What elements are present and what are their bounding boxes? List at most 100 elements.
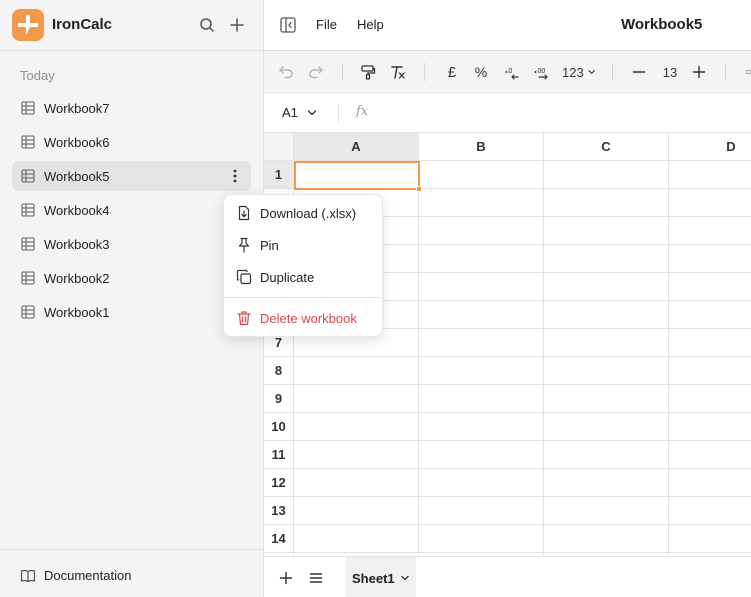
cell-b13[interactable] (419, 497, 544, 525)
cell-a9[interactable] (294, 385, 419, 413)
cell-d7[interactable] (669, 329, 751, 357)
cell-d3[interactable] (669, 217, 751, 245)
cell-b10[interactable] (419, 413, 544, 441)
sidebar-item-workbook7[interactable]: Workbook7 (12, 93, 251, 123)
cell-a11[interactable] (294, 441, 419, 469)
sidebar-item-workbook6[interactable]: Workbook6 (12, 127, 251, 157)
cell-d10[interactable] (669, 413, 751, 441)
increase-decimals-button[interactable]: 00 (533, 62, 551, 82)
cell-a13[interactable] (294, 497, 419, 525)
cell-b12[interactable] (419, 469, 544, 497)
cell-a8[interactable] (294, 357, 419, 385)
clear-formatting-button[interactable] (390, 62, 406, 82)
cell-a14[interactable] (294, 525, 419, 553)
undo-button[interactable] (278, 62, 294, 82)
cell-c3[interactable] (544, 217, 669, 245)
row-header-8[interactable]: 8 (264, 357, 294, 385)
cell-a12[interactable] (294, 469, 419, 497)
cell-d4[interactable] (669, 245, 751, 273)
row-header-9[interactable]: 9 (264, 385, 294, 413)
cell-c4[interactable] (544, 245, 669, 273)
sheet-tab-sheet1[interactable]: Sheet1 (346, 557, 416, 597)
chevron-down-icon[interactable] (306, 107, 318, 119)
percent-format-button[interactable]: % (474, 62, 488, 82)
sheet-list-button[interactable] (308, 570, 324, 586)
menu-file[interactable]: File (316, 17, 337, 32)
cell-b3[interactable] (419, 217, 544, 245)
cell-c6[interactable] (544, 301, 669, 329)
sidebar-item-workbook5[interactable]: Workbook5 (12, 161, 251, 191)
redo-button[interactable] (308, 62, 324, 82)
cell-b11[interactable] (419, 441, 544, 469)
cell-c5[interactable] (544, 273, 669, 301)
chevron-down-icon[interactable] (400, 573, 410, 583)
row-header-14[interactable]: 14 (264, 525, 294, 553)
cell-d2[interactable] (669, 189, 751, 217)
cell-d1[interactable] (669, 161, 751, 189)
cell-b4[interactable] (419, 245, 544, 273)
cell-b2[interactable] (419, 189, 544, 217)
column-header-b[interactable]: B (419, 133, 544, 161)
number-format-dropdown[interactable]: 123 (562, 62, 596, 82)
cell-d9[interactable] (669, 385, 751, 413)
cell-reference[interactable]: A1 (282, 105, 298, 120)
cell-b14[interactable] (419, 525, 544, 553)
sidebar-item-workbook2[interactable]: Workbook2 (12, 263, 251, 293)
cell-d12[interactable] (669, 469, 751, 497)
copy-style-button[interactable] (360, 62, 376, 82)
cell-c2[interactable] (544, 189, 669, 217)
menu-item-duplicate[interactable]: Duplicate (228, 263, 378, 291)
column-header-a[interactable]: A (294, 133, 419, 161)
more-toolbar-button[interactable] (746, 62, 751, 82)
select-all-corner[interactable] (264, 133, 294, 161)
cell-c7[interactable] (544, 329, 669, 357)
new-workbook-button[interactable] (226, 14, 248, 36)
row-header-1[interactable]: 1 (264, 161, 294, 189)
cell-d6[interactable] (669, 301, 751, 329)
column-header-c[interactable]: C (544, 133, 669, 161)
row-header-13[interactable]: 13 (264, 497, 294, 525)
column-header-d[interactable]: D (669, 133, 751, 161)
cell-c10[interactable] (544, 413, 669, 441)
currency-format-button[interactable]: £ (445, 62, 459, 82)
sidebar-item-workbook4[interactable]: Workbook4 (12, 195, 251, 225)
menu-item-download[interactable]: Download (.xlsx) (228, 199, 378, 227)
font-size-value[interactable]: 13 (659, 62, 681, 82)
cell-c11[interactable] (544, 441, 669, 469)
cell-c12[interactable] (544, 469, 669, 497)
cell-b8[interactable] (419, 357, 544, 385)
cell-b6[interactable] (419, 301, 544, 329)
menu-help[interactable]: Help (357, 17, 384, 32)
add-sheet-button[interactable] (278, 570, 294, 586)
cell-d13[interactable] (669, 497, 751, 525)
more-options-icon[interactable] (227, 167, 243, 185)
cell-d14[interactable] (669, 525, 751, 553)
cell-c8[interactable] (544, 357, 669, 385)
workbook-title[interactable]: Workbook5 (621, 16, 702, 33)
cell-b5[interactable] (419, 273, 544, 301)
sidebar-item-workbook3[interactable]: Workbook3 (12, 229, 251, 259)
increase-font-size-button[interactable] (691, 62, 707, 82)
decrease-font-size-button[interactable] (631, 62, 647, 82)
cell-c13[interactable] (544, 497, 669, 525)
menu-item-pin[interactable]: Pin (228, 231, 378, 259)
menu-item-delete-workbook[interactable]: Delete workbook (228, 304, 378, 332)
cell-c1[interactable] (544, 161, 669, 189)
search-button[interactable] (196, 14, 218, 36)
cell-b1[interactable] (419, 161, 544, 189)
cell-d8[interactable] (669, 357, 751, 385)
sidebar-item-workbook1[interactable]: Workbook1 (12, 297, 251, 327)
decrease-decimals-button[interactable]: 0 (504, 62, 520, 82)
fill-handle[interactable] (416, 186, 422, 192)
cell-c9[interactable] (544, 385, 669, 413)
row-header-10[interactable]: 10 (264, 413, 294, 441)
row-header-11[interactable]: 11 (264, 441, 294, 469)
cell-d5[interactable] (669, 273, 751, 301)
cell-b9[interactable] (419, 385, 544, 413)
cell-a10[interactable] (294, 413, 419, 441)
cell-c14[interactable] (544, 525, 669, 553)
row-header-12[interactable]: 12 (264, 469, 294, 497)
cell-d11[interactable] (669, 441, 751, 469)
toggle-sidebar-button[interactable] (279, 16, 297, 34)
cell-b7[interactable] (419, 329, 544, 357)
